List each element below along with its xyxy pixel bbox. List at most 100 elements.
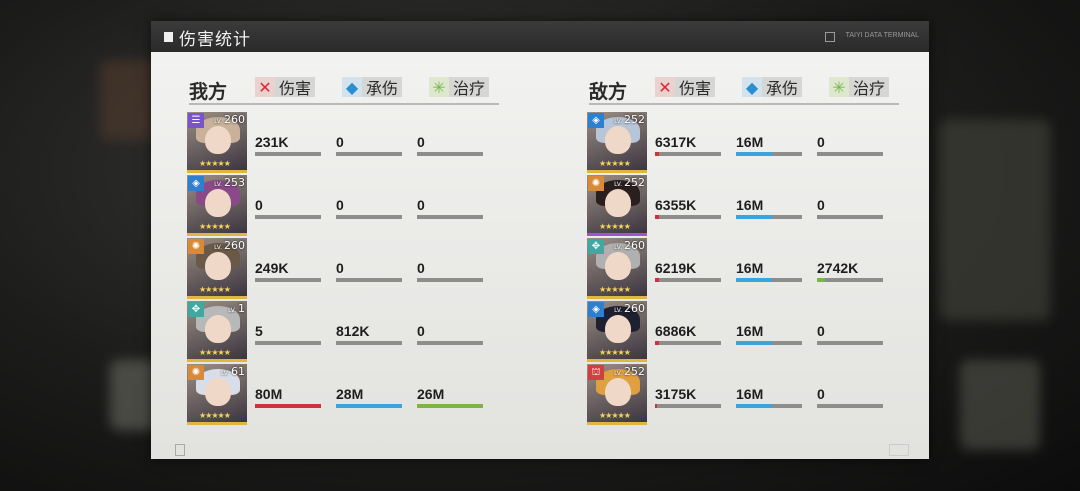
tank-value: 16M bbox=[736, 197, 764, 213]
burst-icon: ✺ bbox=[588, 176, 604, 191]
unit-level: LV. 260 bbox=[214, 239, 245, 252]
star-rating: ★★★★★ bbox=[199, 222, 231, 231]
stats-content: 我方 ✕ 伤害 ◆ 承伤 ✳ 治疗 ☰ LV. 260 ★★★★★ 231K 0 0 ◈ LV.… bbox=[151, 52, 929, 459]
damage-bar bbox=[255, 215, 321, 219]
unit-portrait[interactable]: ◈ LV. 260 ★★★★★ bbox=[587, 301, 647, 362]
unit-level: LV. 61 bbox=[221, 365, 245, 378]
tank-value: 0 bbox=[336, 134, 344, 150]
unit-portrait[interactable]: ☰ LV. 260 ★★★★★ bbox=[187, 112, 247, 173]
heal-stat: 0 bbox=[417, 323, 483, 345]
tank-stat: 16M bbox=[736, 260, 802, 282]
tank-header: ◆ 承伤 bbox=[742, 77, 803, 98]
damage-value: 5 bbox=[255, 323, 263, 339]
damage-bar bbox=[655, 278, 721, 282]
damage-header: ✕ 伤害 bbox=[255, 77, 316, 98]
tank-stat: 0 bbox=[336, 260, 402, 282]
unit-portrait[interactable]: ◈ LV. 252 ★★★★★ bbox=[587, 112, 647, 173]
heal-stat: 0 bbox=[817, 386, 883, 408]
tank-stat: 0 bbox=[336, 134, 402, 156]
heal-icon: ✳ bbox=[829, 77, 849, 97]
heal-bar bbox=[417, 278, 483, 282]
damage-bar bbox=[255, 152, 321, 156]
unit-level-value: 260 bbox=[624, 302, 645, 315]
tank-bar bbox=[736, 152, 802, 156]
damage-stat: 0 bbox=[255, 197, 321, 219]
heal-bar bbox=[817, 215, 883, 219]
shield-icon: ◈ bbox=[588, 302, 604, 317]
star-rating: ★★★★★ bbox=[199, 159, 231, 168]
damage-stat: 249K bbox=[255, 260, 321, 282]
portrait-face bbox=[605, 315, 631, 343]
tank-header-label: 承伤 bbox=[766, 79, 799, 98]
panel-title: 伤害统计 bbox=[179, 30, 251, 50]
heal-header-label: 治疗 bbox=[853, 79, 886, 98]
damage-stat: 80M bbox=[255, 386, 321, 408]
damage-value: 6317K bbox=[655, 134, 697, 150]
damage-stat: 5 bbox=[255, 323, 321, 345]
unit-portrait[interactable]: ✥ LV. 260 ★★★★★ bbox=[587, 238, 647, 299]
unit-level: LV. 1 bbox=[228, 302, 245, 315]
unit-portrait[interactable]: ✺ LV. 252 ★★★★★ bbox=[587, 175, 647, 236]
damage-bar bbox=[655, 152, 721, 156]
tank-bar-fill bbox=[736, 404, 773, 408]
unit-portrait[interactable]: ⛫ LV. 252 ★★★★★ bbox=[587, 364, 647, 425]
star-rating: ★★★★★ bbox=[199, 285, 231, 294]
damage-bar bbox=[255, 341, 321, 345]
ally-side: 我方 ✕ 伤害 ◆ 承伤 ✳ 治疗 ☰ LV. 260 ★★★★★ 231K 0 0 ◈ LV.… bbox=[151, 52, 499, 452]
unit-level-value: 253 bbox=[224, 176, 245, 189]
unit-portrait[interactable]: ✺ LV. 260 ★★★★★ bbox=[187, 238, 247, 299]
unit-portrait[interactable]: ✥ LV. 1 ★★★★★ bbox=[187, 301, 247, 362]
damage-value: 231K bbox=[255, 134, 289, 150]
heal-value: 0 bbox=[817, 197, 825, 213]
damage-bar bbox=[255, 278, 321, 282]
tank-bar bbox=[736, 404, 802, 408]
damage-stat: 6886K bbox=[655, 323, 721, 345]
star-rating: ★★★★★ bbox=[599, 285, 631, 294]
tank-header: ◆ 承伤 bbox=[342, 77, 403, 98]
heal-bar bbox=[417, 341, 483, 345]
damage-bar bbox=[655, 404, 721, 408]
portrait-face bbox=[605, 378, 631, 406]
portrait-face bbox=[605, 126, 631, 154]
heal-value: 0 bbox=[417, 323, 425, 339]
unit-portrait[interactable]: ✺ LV. 61 ★★★★★ bbox=[187, 364, 247, 425]
unit-portrait[interactable]: ◈ LV. 253 ★★★★★ bbox=[187, 175, 247, 236]
unit-level: LV. 252 bbox=[614, 176, 645, 189]
tank-stat: 28M bbox=[336, 386, 402, 408]
heal-bar bbox=[417, 215, 483, 219]
heal-icon: ✳ bbox=[429, 77, 449, 97]
tank-bar bbox=[336, 215, 402, 219]
heal-stat: 0 bbox=[817, 323, 883, 345]
heal-bar bbox=[817, 278, 883, 282]
heal-value: 2742K bbox=[817, 260, 859, 276]
ally-unit-row: ☰ LV. 260 ★★★★★ 231K 0 0 bbox=[187, 112, 497, 173]
enemy-side: 敌方 ✕ 伤害 ◆ 承伤 ✳ 治疗 ◈ LV. 252 ★★★★★ 6317K 16M 0 ✺… bbox=[551, 52, 899, 452]
ally-header: 我方 ✕ 伤害 ◆ 承伤 ✳ 治疗 bbox=[189, 74, 499, 105]
damage-stat: 6317K bbox=[655, 134, 721, 156]
unit-level-value: 61 bbox=[231, 365, 245, 378]
shield-icon: ◈ bbox=[588, 113, 604, 128]
support-icon: ✥ bbox=[188, 302, 204, 317]
damage-value: 80M bbox=[255, 386, 283, 402]
unit-level-value: 260 bbox=[624, 239, 645, 252]
burst-icon: ✺ bbox=[188, 365, 204, 380]
enemy-title: 敌方 bbox=[589, 81, 628, 103]
tank-bar bbox=[336, 152, 402, 156]
heal-value: 0 bbox=[817, 323, 825, 339]
header-divider bbox=[189, 103, 499, 105]
tank-value: 28M bbox=[336, 386, 364, 402]
unit-level-value: 252 bbox=[624, 365, 645, 378]
unit-level-value: 260 bbox=[224, 113, 245, 126]
portrait-face bbox=[605, 189, 631, 217]
heal-bar bbox=[817, 341, 883, 345]
tank-bar bbox=[336, 341, 402, 345]
tank-bar-fill bbox=[736, 215, 773, 219]
ally-unit-row: ◈ LV. 253 ★★★★★ 0 0 0 bbox=[187, 175, 497, 236]
corner-mark bbox=[889, 444, 909, 456]
tank-bar bbox=[736, 341, 802, 345]
damage-bar bbox=[655, 341, 721, 345]
enemy-unit-row: ⛫ LV. 252 ★★★★★ 3175K 16M 0 bbox=[587, 364, 897, 425]
damage-value: 0 bbox=[255, 197, 263, 213]
enemy-unit-row: ✥ LV. 260 ★★★★★ 6219K 16M 2742K bbox=[587, 238, 897, 299]
tank-bar bbox=[336, 404, 402, 408]
